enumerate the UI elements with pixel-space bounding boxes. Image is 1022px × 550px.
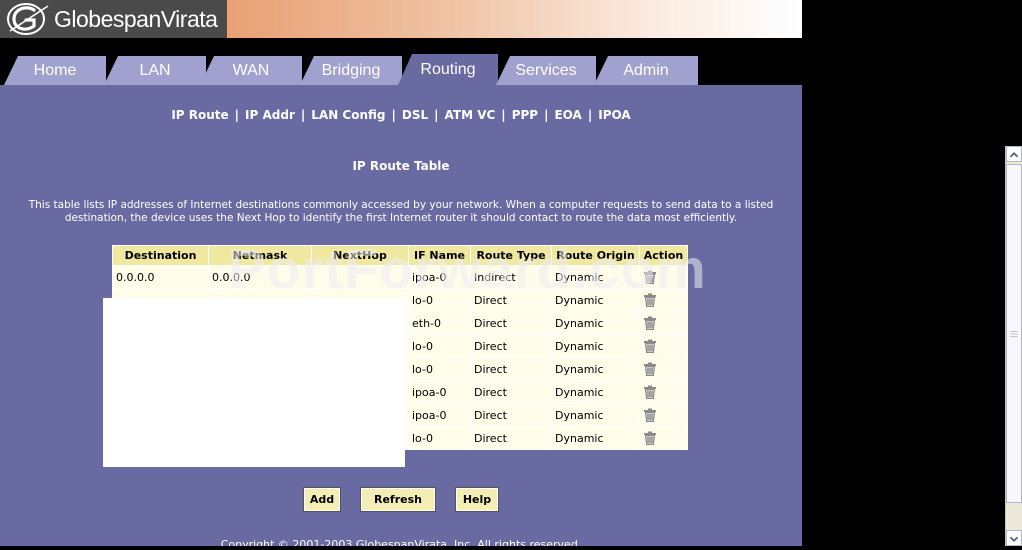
col-destination: Destination [113,246,208,265]
cell-route-origin: Dynamic [552,289,639,311]
header-gradient [227,0,802,38]
scroll-up-arrow[interactable] [1006,146,1022,162]
cell-route-origin: Dynamic [552,381,639,403]
subnav-ip-route[interactable]: IP Route [171,108,228,122]
refresh-button[interactable]: Refresh [360,487,436,512]
col-if-name: IF Name [409,246,470,265]
cell-route-type: Direct [471,404,551,426]
cell-route-origin: Dynamic [552,427,639,449]
cell-route-type: Indirect [471,266,551,288]
vertical-scrollbar[interactable] [1005,146,1022,546]
tab-wan[interactable]: WAN [200,56,302,85]
cell-action [640,404,687,426]
cell-destination: 0.0.0.0 [113,266,208,288]
table-row: 0.0.0.0 0.0.0.0 ipoa-0 Indirect Dynamic [113,266,687,288]
copyright-notice: Copyright © 2001-2003 GlobespanVirata, I… [220,538,582,546]
cell-action [640,335,687,357]
subnav-ppp[interactable]: PPP [512,108,538,122]
cell-if-name: ipoa-0 [409,266,470,288]
cell-route-origin: Dynamic [552,358,639,380]
trash-icon[interactable] [643,293,657,307]
cell-route-type: Direct [471,312,551,334]
subnav-lan-config[interactable]: LAN Config [311,108,385,122]
cell-route-type: Direct [471,335,551,357]
cell-nexthop [312,266,408,288]
cell-if-name: lo-0 [409,335,470,357]
trash-icon[interactable] [643,362,657,376]
subnav-separator: | [434,108,439,122]
header-banner: GlobespanVirata [0,0,802,39]
main-tabs: Home LAN WAN Bridging Routing Services A… [0,38,802,85]
grip-icon [1010,330,1018,338]
page-title: IP Route Table [352,159,450,173]
col-nexthop: NextHop [312,246,408,265]
subnav-ip-addr[interactable]: IP Addr [245,108,295,122]
cell-if-name: ipoa-0 [409,404,470,426]
col-action: Action [640,246,687,265]
col-netmask: Netmask [209,246,311,265]
cell-if-name: lo-0 [409,427,470,449]
cell-action [640,358,687,380]
router-admin-page: GlobespanVirata Home LAN WAN Bridging Ro… [0,0,802,546]
tab-home[interactable]: Home [4,56,106,85]
routing-subnav: IP Route | IP Addr | LAN Config | DSL | ATM VC | P… [0,108,802,122]
tab-bridging[interactable]: Bridging [300,56,402,85]
tab-routing[interactable]: Routing [398,54,498,85]
cell-action [640,266,687,288]
subnav-separator: | [587,108,593,122]
scroll-thumb[interactable] [1006,164,1022,503]
subnav-ipoa[interactable]: IPOA [598,108,630,122]
cell-action [640,427,687,449]
page-description: This table lists IP addresses of Interne… [28,199,774,224]
subnav-separator: | [501,108,506,122]
subnav-separator: | [234,108,240,122]
cell-route-type: Direct [471,289,551,311]
scroll-down-arrow[interactable] [1006,530,1022,546]
globespan-logo-icon [7,3,49,35]
subnav-separator: | [391,108,396,122]
cell-route-type: Direct [471,427,551,449]
cell-if-name: lo-0 [409,289,470,311]
table-header-row: Destination Netmask NextHop IF Name Rout… [113,246,687,265]
cell-route-origin: Dynamic [552,335,639,357]
subnav-eoa[interactable]: EOA [554,108,581,122]
cell-route-origin: Dynamic [552,312,639,334]
cell-action [640,381,687,403]
brand-name: GlobespanVirata [54,5,218,32]
trash-icon[interactable] [643,270,657,284]
cell-if-name: lo-0 [409,358,470,380]
cell-route-origin: Dynamic [552,266,639,288]
tab-services[interactable]: Services [496,56,596,85]
redaction-box [103,298,405,467]
cell-if-name: ipoa-0 [409,381,470,403]
cell-route-type: Direct [471,381,551,403]
cell-action [640,289,687,311]
cell-netmask: 0.0.0.0 [209,266,311,288]
tab-lan[interactable]: LAN [104,56,206,85]
chevron-up-icon [1009,152,1019,158]
subnav-separator: | [544,108,549,122]
add-button[interactable]: Add [303,487,341,512]
tab-admin[interactable]: Admin [594,56,698,85]
help-button[interactable]: Help [455,487,499,512]
trash-icon[interactable] [643,339,657,353]
trash-icon[interactable] [643,316,657,330]
subnav-atm-vc[interactable]: ATM VC [445,108,496,122]
col-route-origin: Route Origin [552,246,639,265]
cell-action [640,312,687,334]
cell-route-origin: Dynamic [552,404,639,426]
trash-icon[interactable] [643,408,657,422]
brand-logo: GlobespanVirata [0,0,227,38]
subnav-separator: | [300,108,306,122]
trash-icon[interactable] [643,431,657,445]
col-route-type: Route Type [471,246,551,265]
cell-if-name: eth-0 [409,312,470,334]
trash-icon[interactable] [643,385,657,399]
subnav-dsl[interactable]: DSL [402,108,428,122]
chevron-down-icon [1009,536,1019,542]
cell-route-type: Direct [471,358,551,380]
